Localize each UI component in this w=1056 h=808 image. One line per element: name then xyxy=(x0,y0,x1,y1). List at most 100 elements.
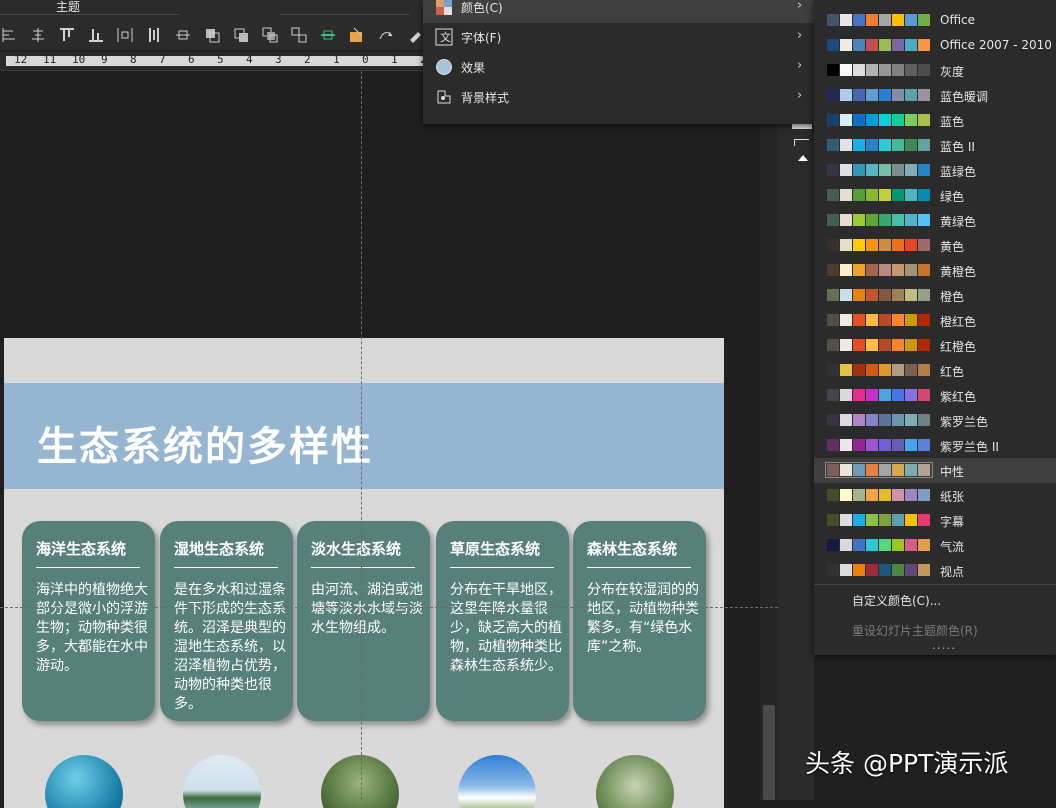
resize-grip[interactable]: ..... xyxy=(932,638,956,652)
color-swatches xyxy=(827,139,931,151)
color-swatch xyxy=(840,389,852,401)
color-swatch xyxy=(866,464,878,476)
color-scheme-item[interactable]: 紫罗兰色 II xyxy=(814,433,1056,458)
card-ocean[interactable]: 海洋生态系统 海洋中的植物绝大部分是微小的浮游生物；动物种类很多，大都能在水中游… xyxy=(22,521,155,721)
svg-text:文: 文 xyxy=(440,30,451,44)
menu-item-effects[interactable]: 效果 › xyxy=(423,53,815,83)
color-scheme-item[interactable]: 红色 xyxy=(814,358,1056,383)
card-wetland[interactable]: 湿地生态系统 是在多水和过湿条件下形成的生态系统。沼泽是典型的湿地生态系统，以沼… xyxy=(160,521,293,721)
color-scheme-item[interactable]: 蓝色 II xyxy=(814,133,1056,158)
menu-item-label: 颜色(C) xyxy=(461,1,503,15)
color-swatch xyxy=(905,539,917,551)
selection-pane-icon[interactable] xyxy=(348,26,366,44)
distribute-horizontal-icon[interactable] xyxy=(116,26,134,44)
color-swatch xyxy=(905,64,917,76)
slide-title[interactable]: 生态系统的多样性 xyxy=(37,414,373,472)
menu-item-fonts[interactable]: 文 字体(F) › xyxy=(423,23,815,53)
slide[interactable]: 生态系统的多样性 海洋生态系统 海洋中的植物绝大部分是微小的浮游生物；动物种类很… xyxy=(4,338,724,808)
horizontal-guide[interactable] xyxy=(0,607,778,608)
ruler-label: 0 xyxy=(362,53,369,66)
vertical-guide[interactable] xyxy=(361,71,362,800)
ocean-photo[interactable] xyxy=(45,755,123,808)
color-scheme-item[interactable]: 黄绿色 xyxy=(814,208,1056,233)
card-grassland[interactable]: 草原生态系统 分布在干旱地区，这里年降水量很少，缺乏高大的植物，动植物种类比森林… xyxy=(436,521,569,721)
card-freshwater[interactable]: 淡水生态系统 由河流、湖泊或池塘等淡水水域与淡水生物组成。 xyxy=(297,521,430,721)
format-painter-icon[interactable] xyxy=(406,26,424,44)
color-scheme-item[interactable]: 纸张 xyxy=(814,483,1056,508)
menu-item-background-styles[interactable]: 背景样式 › xyxy=(423,83,815,113)
color-swatch xyxy=(905,139,917,151)
color-swatch xyxy=(827,314,839,326)
align-top-icon[interactable] xyxy=(58,26,76,44)
align-center-icon[interactable] xyxy=(29,26,47,44)
color-swatch xyxy=(892,414,904,426)
color-scheme-item[interactable]: 灰度 xyxy=(814,58,1056,83)
align-middle-icon[interactable] xyxy=(174,26,192,44)
vertical-scrollbar[interactable] xyxy=(760,71,778,800)
color-swatch xyxy=(879,114,891,126)
color-scheme-item[interactable]: 橙红色 xyxy=(814,308,1056,333)
distribute-vertical-icon[interactable] xyxy=(145,26,163,44)
custom-colors-item[interactable]: 自定义颜色(C)... xyxy=(852,592,941,609)
color-swatches xyxy=(827,339,931,351)
color-scheme-name: 蓝色 xyxy=(940,115,965,129)
color-scheme-item[interactable]: 紫红色 xyxy=(814,383,1056,408)
color-scheme-item[interactable]: 蓝色暖调 xyxy=(814,83,1056,108)
color-scheme-item[interactable]: Office 2007 - 2010 xyxy=(814,33,1056,58)
color-scheme-item[interactable]: Office xyxy=(814,8,1056,33)
color-swatch xyxy=(918,189,930,201)
color-scheme-item[interactable]: 蓝色 xyxy=(814,108,1056,133)
color-swatch xyxy=(866,439,878,451)
color-swatch xyxy=(827,414,839,426)
color-scheme-item[interactable]: 黄橙色 xyxy=(814,258,1056,283)
color-scheme-item[interactable]: 黄色 xyxy=(814,233,1056,258)
color-scheme-item[interactable]: 气流 xyxy=(814,533,1056,558)
color-swatch xyxy=(853,264,865,276)
color-swatch xyxy=(905,439,917,451)
color-swatch xyxy=(840,414,852,426)
color-scheme-name: 紫红色 xyxy=(940,390,977,404)
color-swatch xyxy=(853,539,865,551)
forest-photo[interactable] xyxy=(596,755,674,808)
color-scheme-item[interactable]: 橙色 xyxy=(814,283,1056,308)
card-divider xyxy=(587,567,691,568)
color-swatch xyxy=(853,314,865,326)
color-scheme-item[interactable]: 蓝绿色 xyxy=(814,158,1056,183)
wetland-photo[interactable] xyxy=(183,755,261,808)
color-swatch xyxy=(905,314,917,326)
freshwater-photo[interactable] xyxy=(321,755,399,808)
bring-forward-icon[interactable] xyxy=(203,26,221,44)
menu-item-colors[interactable]: 颜色(C) › xyxy=(423,0,815,23)
color-scheme-item[interactable]: 视点 xyxy=(814,558,1056,583)
align-bottom-icon[interactable] xyxy=(87,26,105,44)
color-scheme-item[interactable]: 字幕 xyxy=(814,508,1056,533)
color-swatch xyxy=(879,389,891,401)
scrollbar-thumb[interactable] xyxy=(763,705,775,800)
send-to-back-icon[interactable] xyxy=(290,26,308,44)
color-scheme-name: Office xyxy=(940,13,976,27)
grassland-photo[interactable] xyxy=(458,755,536,808)
ruler-label: 12 xyxy=(14,53,28,66)
color-swatch xyxy=(840,214,852,226)
color-swatch xyxy=(892,139,904,151)
effects-icon xyxy=(435,58,453,76)
ruler-label: 2 xyxy=(304,53,311,66)
color-scheme-item[interactable]: 紫罗兰色 xyxy=(814,408,1056,433)
pane-control[interactable] xyxy=(794,139,809,146)
align-left-icon[interactable] xyxy=(0,26,18,44)
group-icon[interactable] xyxy=(319,26,337,44)
card-forest[interactable]: 森林生态系统 分布在较湿润的的地区，动植物种类繁多。有“绿色水库”之称。 xyxy=(573,521,706,721)
color-scheme-item[interactable]: 红橙色 xyxy=(814,333,1056,358)
color-swatches xyxy=(827,39,931,51)
color-scheme-item[interactable]: 绿色 xyxy=(814,183,1056,208)
rotate-icon[interactable] xyxy=(377,26,395,44)
color-scheme-name: 橙色 xyxy=(940,290,965,304)
color-swatch xyxy=(827,89,839,101)
color-swatch xyxy=(866,64,878,76)
send-backward-icon[interactable] xyxy=(232,26,250,44)
color-swatch xyxy=(892,464,904,476)
bring-to-front-icon[interactable] xyxy=(261,26,279,44)
color-swatch xyxy=(905,514,917,526)
color-scheme-item[interactable]: 中性 xyxy=(814,458,1056,483)
color-swatch xyxy=(840,464,852,476)
